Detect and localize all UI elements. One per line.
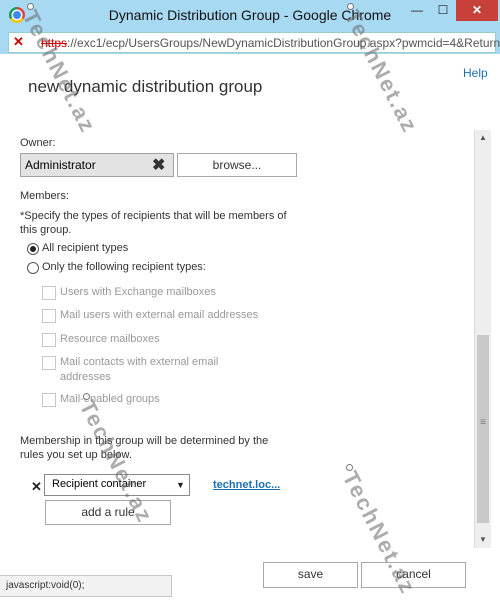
scrollbar-thumb[interactable]: ≡ (477, 335, 489, 523)
exchange-mailboxes-checkbox[interactable] (42, 286, 56, 300)
url-field[interactable]: ✕ https://exc1/ecp/UsersGroups/NewDynami… (8, 32, 500, 53)
title-bar: Dynamic Distribution Group - Google Chro… (0, 0, 500, 30)
membership-text-line1: Membership in this group will be determi… (20, 435, 269, 447)
members-instruction-line1: *Specify the types of recipients that wi… (20, 210, 287, 222)
scroll-down-icon[interactable]: ▼ (475, 532, 491, 548)
rule-value-link[interactable]: technet.loc... (213, 479, 280, 491)
resource-mailboxes-checkbox[interactable] (42, 333, 56, 347)
owner-value: Administrator (25, 158, 96, 172)
all-recipient-types-label[interactable]: All recipient types (42, 242, 128, 254)
resource-mailboxes-label: Resource mailboxes (60, 333, 160, 345)
clear-owner-icon[interactable]: ✖ (152, 155, 165, 175)
insecure-connection-icon[interactable]: ✕ (13, 34, 24, 50)
chevron-down-icon: ▼ (176, 480, 185, 490)
watermark-dot-icon (347, 3, 354, 10)
url-text[interactable]: https://exc1/ecp/UsersGroups/NewDynamicD… (41, 36, 500, 50)
mail-contacts-label-line2: addresses (60, 371, 111, 383)
url-rest: ://exc1/ecp/UsersGroups/NewDynamicDistri… (67, 36, 500, 50)
mail-users-label: Mail users with external email addresses (60, 309, 259, 321)
address-bar: ✕ https://exc1/ecp/UsersGroups/NewDynami… (0, 30, 500, 54)
vertical-scrollbar[interactable]: ▲ ≡ ▼ (474, 130, 491, 548)
browse-button[interactable]: browse... (177, 153, 297, 177)
members-label: Members: (20, 190, 69, 202)
remove-rule-icon[interactable]: ✕ (31, 479, 42, 495)
mail-contacts-label-line1: Mail contacts with external email (60, 356, 219, 368)
grip-icon: ≡ (480, 417, 486, 428)
mail-enabled-groups-checkbox[interactable] (42, 393, 56, 407)
members-instruction-line2: this group. (20, 224, 72, 236)
mail-users-checkbox[interactable] (42, 309, 56, 323)
close-window-button[interactable]: ✕ (456, 0, 498, 21)
save-button[interactable]: save (263, 562, 358, 588)
mail-contacts-checkbox[interactable] (42, 356, 56, 370)
mail-enabled-groups-label: Mail-enabled groups (60, 393, 160, 405)
exchange-mailboxes-label: Users with Exchange mailboxes (60, 286, 216, 298)
scroll-up-icon[interactable]: ▲ (475, 130, 491, 146)
minimize-button[interactable]: — (404, 0, 430, 21)
help-link[interactable]: Help (463, 66, 488, 80)
status-bar: javascript:void(0); (0, 575, 172, 597)
only-following-types-label[interactable]: Only the following recipient types: (42, 261, 206, 273)
all-recipient-types-radio[interactable] (27, 243, 39, 255)
owner-field[interactable]: Administrator ✖ (20, 153, 174, 177)
owner-label: Owner: (20, 137, 56, 149)
only-following-types-radio[interactable] (27, 262, 39, 274)
maximize-button[interactable]: ☐ (430, 0, 456, 21)
